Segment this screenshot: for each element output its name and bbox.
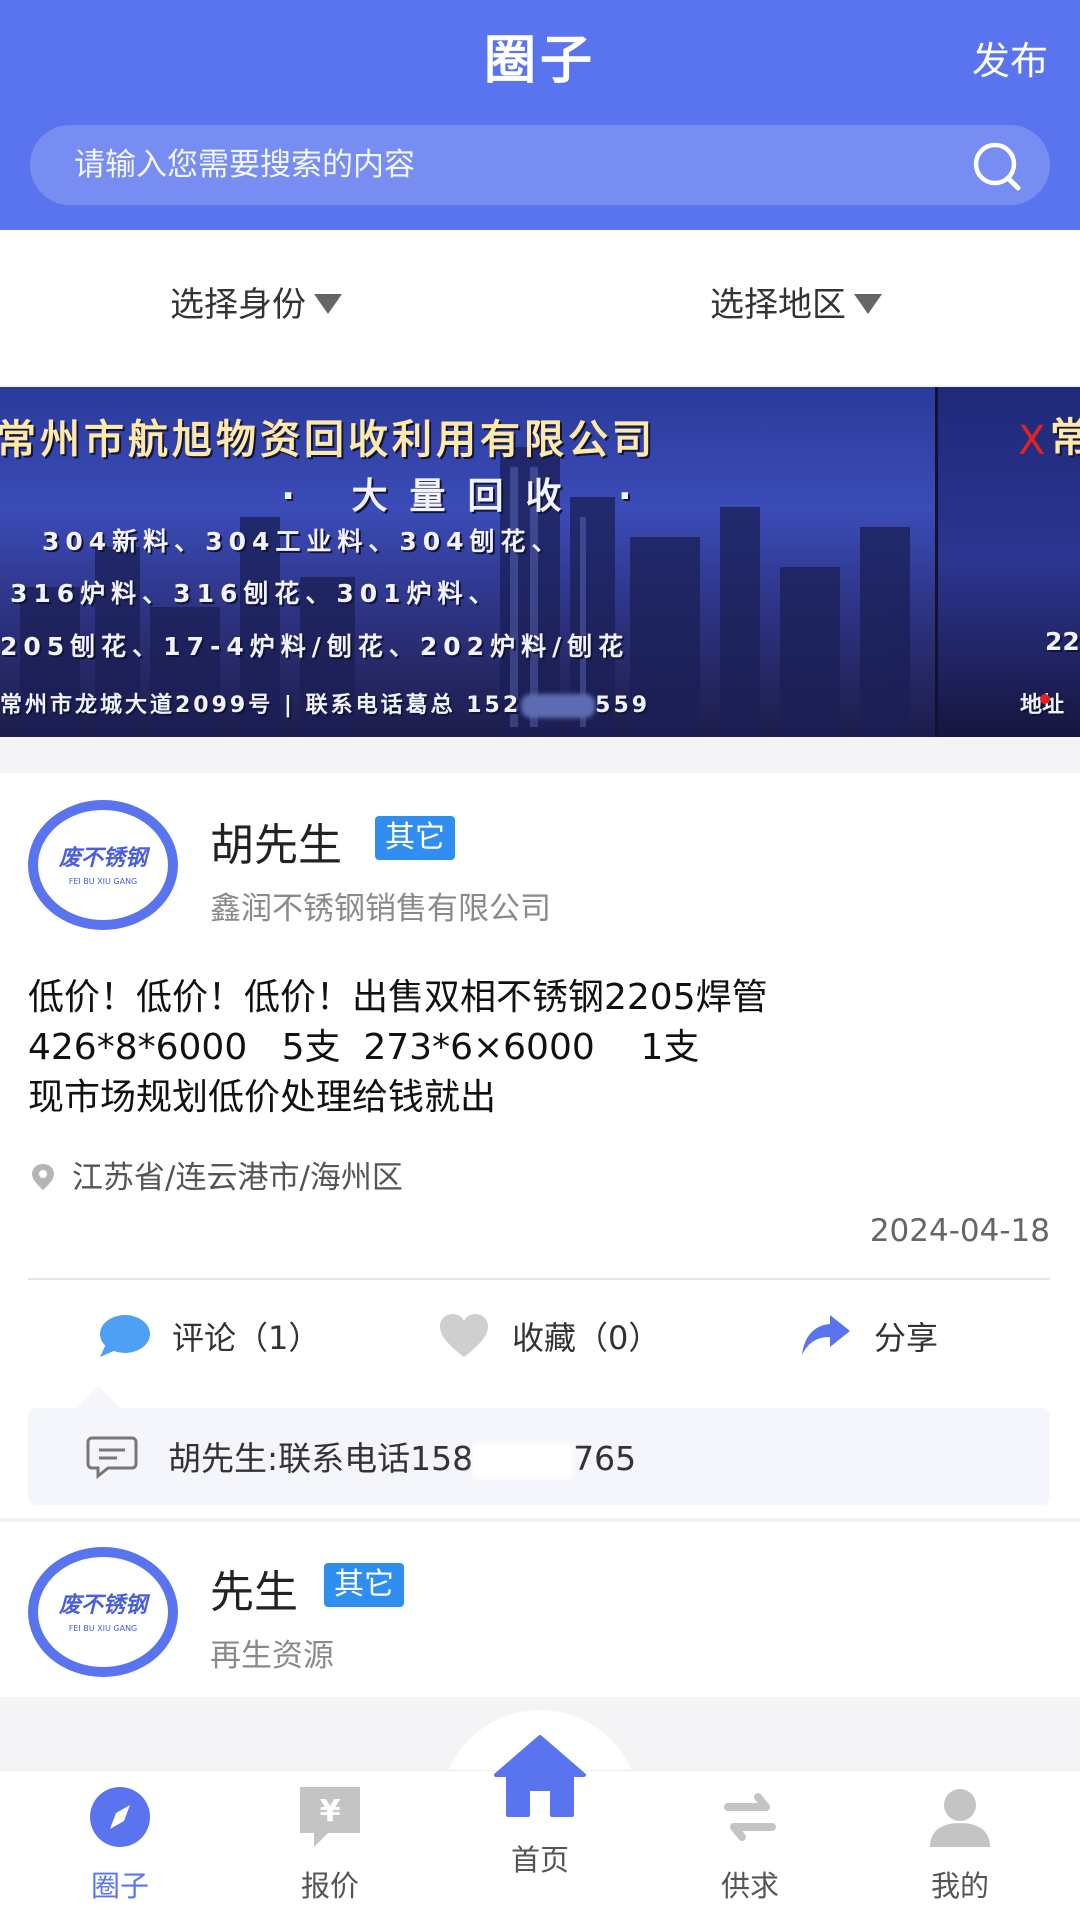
nav-label: 首页 bbox=[510, 1843, 569, 1877]
user-icon bbox=[930, 1789, 990, 1847]
banner-address-prefix: 常州市龙城大道2099号 | 联系电话葛总 152 bbox=[0, 693, 522, 718]
post-author-name: 先生 bbox=[210, 1567, 298, 1618]
svg-text:FEI BU XIU GANG: FEI BU XIU GANG bbox=[69, 1624, 138, 1633]
post-card[interactable]: 废不锈钢 FEI BU XIU GANG 先生 其它 再生资源 bbox=[0, 1522, 1080, 1697]
banner-line-1: 304新料、304工业料、304刨花、 bbox=[42, 527, 563, 556]
svg-text:¥: ¥ bbox=[320, 1794, 341, 1829]
comment-bubble-icon bbox=[100, 1315, 150, 1357]
banner-address-suffix: 559 bbox=[595, 693, 651, 718]
identity-badge: 其它 bbox=[375, 816, 455, 860]
post-author-name: 胡先生 bbox=[210, 820, 342, 871]
banner-company: 常州市航旭物资回收利用有限公司 bbox=[0, 417, 656, 463]
nav-item-circle[interactable]: 圈子 bbox=[20, 1771, 220, 1920]
banner-headline: · 大量回收 · bbox=[281, 476, 654, 517]
location-pin-icon bbox=[32, 1163, 54, 1190]
nav-item-supply[interactable]: 供求 bbox=[650, 1771, 850, 1920]
slide2-title: 常 bbox=[1050, 415, 1080, 461]
post-content: 低价！低价！低价！出售双相不锈钢2205焊管 426*8*6000 5支 273… bbox=[28, 977, 768, 1118]
post-location: 江苏省/连云港市/海州区 bbox=[28, 1156, 403, 1200]
share-label: 分享 bbox=[874, 1319, 939, 1357]
post-company: 再生资源 bbox=[210, 1638, 334, 1674]
price-tag-icon: ¥ bbox=[300, 1787, 360, 1847]
logo-icon: 废不锈钢 FEI BU XIU GANG bbox=[58, 845, 151, 886]
search-bar[interactable] bbox=[30, 125, 1050, 205]
caret-down-icon bbox=[854, 293, 882, 314]
svg-text:废不锈钢: 废不锈钢 bbox=[58, 1592, 151, 1618]
nav-label: 报价 bbox=[300, 1869, 359, 1903]
comment-text-suffix: 765 bbox=[573, 1439, 637, 1478]
share-arrow-icon bbox=[802, 1315, 850, 1355]
favorite-label: 收藏（0） bbox=[512, 1319, 661, 1357]
favorite-button[interactable]: 收藏（0） bbox=[436, 1303, 660, 1373]
nav-label: 我的 bbox=[930, 1869, 989, 1903]
comment-button[interactable]: 评论（1） bbox=[96, 1303, 320, 1373]
post-location-text: 江苏省/连云港市/海州区 bbox=[72, 1160, 403, 1196]
nav-label: 供求 bbox=[720, 1869, 779, 1903]
redacted-mask bbox=[521, 694, 596, 718]
slide2-line: 22 bbox=[1045, 627, 1080, 656]
identity-filter[interactable]: 选择身份 bbox=[170, 275, 342, 335]
region-filter[interactable]: 选择地区 bbox=[710, 275, 882, 335]
comment-text: 胡先生:联系电话158 765 bbox=[168, 1432, 636, 1480]
share-button[interactable]: 分享 bbox=[798, 1303, 938, 1373]
page-title: 圈子 bbox=[483, 31, 596, 91]
region-filter-label: 选择地区 bbox=[710, 285, 846, 325]
post-card[interactable]: 废不锈钢 FEI BU XIU GANG 胡先生 其它 鑫润不锈钢销售有限公司 … bbox=[0, 773, 1080, 1518]
banner-address: 常州市龙城大道2099号 | 联系电话葛总 152 559 bbox=[0, 687, 935, 719]
nav-item-home[interactable]: 首页 bbox=[440, 1725, 640, 1905]
logo-icon: 废不锈钢 FEI BU XIU GANG bbox=[58, 1592, 151, 1633]
identity-filter-label: 选择身份 bbox=[170, 285, 306, 325]
comment-preview[interactable]: 胡先生:联系电话158 765 bbox=[28, 1386, 1050, 1505]
banner-line-2: 316炉料、316刨花、301炉料、 bbox=[10, 579, 500, 608]
comment-label: 评论（1） bbox=[172, 1319, 321, 1357]
nav-item-mine[interactable]: 我的 bbox=[860, 1771, 1060, 1920]
message-icon bbox=[86, 1436, 138, 1480]
search-icon[interactable] bbox=[970, 139, 1024, 193]
banner-close-button[interactable]: X bbox=[1018, 418, 1045, 464]
caret-down-icon bbox=[314, 293, 342, 314]
search-input[interactable] bbox=[74, 125, 934, 205]
avatar[interactable]: 废不锈钢 FEI BU XIU GANG bbox=[28, 1547, 178, 1677]
identity-badge: 其它 bbox=[324, 1563, 404, 1607]
carousel-indicator-dot bbox=[1040, 694, 1050, 704]
ad-banner[interactable]: 常州市航旭物资回收利用有限公司 · 大量回收 · 304新料、304工业料、30… bbox=[0, 387, 1080, 737]
post-date: 2024-04-18 bbox=[869, 1213, 1050, 1249]
nav-item-quote[interactable]: ¥ 报价 bbox=[230, 1771, 430, 1920]
swap-arrows-icon bbox=[724, 1793, 776, 1841]
avatar[interactable]: 废不锈钢 FEI BU XIU GANG bbox=[28, 800, 178, 930]
home-icon bbox=[494, 1735, 586, 1817]
comment-text-prefix: 胡先生:联系电话158 bbox=[168, 1439, 474, 1478]
nav-label: 圈子 bbox=[90, 1869, 149, 1903]
banner-line-3: 205刨花、17-4炉料/刨花、202炉料/刨花 bbox=[0, 632, 630, 661]
heart-icon bbox=[440, 1314, 488, 1357]
filter-bar: 选择身份 选择地区 bbox=[0, 230, 1080, 385]
header-bar: 圈子 发布 bbox=[0, 0, 1080, 230]
divider bbox=[28, 1278, 1050, 1280]
svg-text:FEI BU XIU GANG: FEI BU XIU GANG bbox=[69, 877, 138, 886]
compass-icon bbox=[90, 1787, 150, 1847]
publish-button[interactable]: 发布 bbox=[972, 30, 1048, 85]
post-company: 鑫润不锈钢销售有限公司 bbox=[210, 891, 551, 927]
redacted-mask bbox=[473, 1442, 574, 1479]
svg-text:废不锈钢: 废不锈钢 bbox=[58, 845, 151, 871]
